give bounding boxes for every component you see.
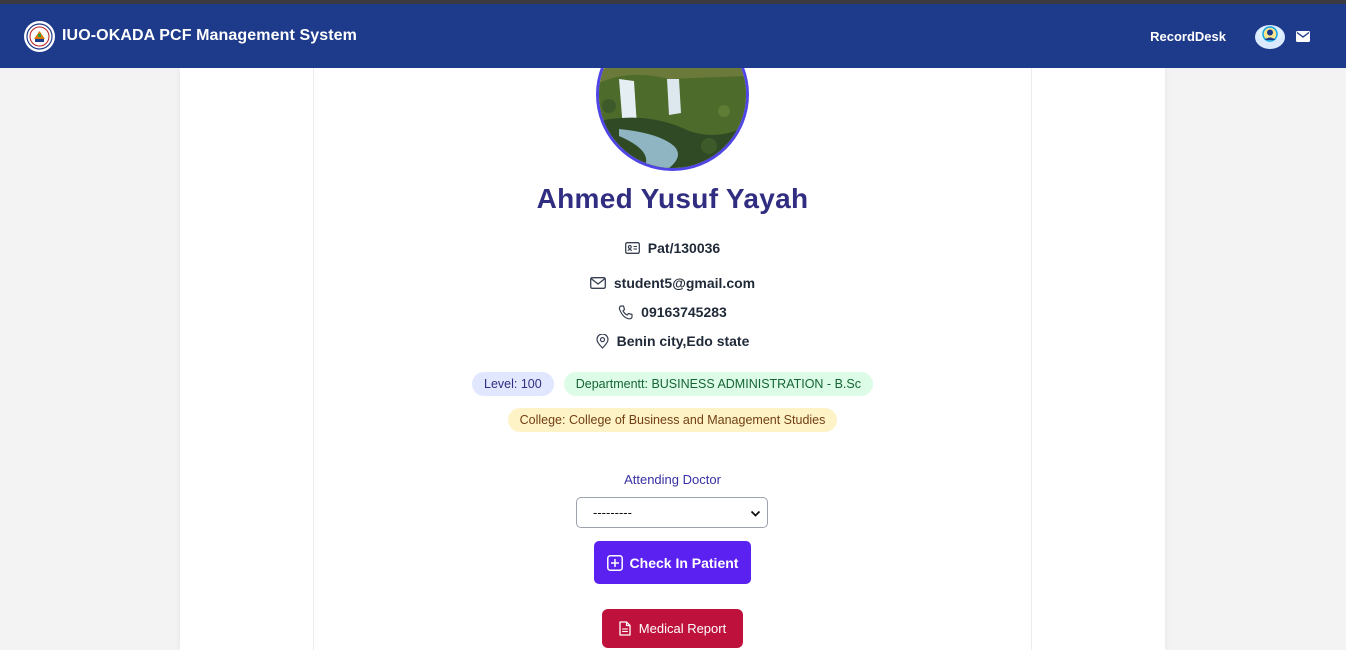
patient-id: Pat/130036: [647, 240, 721, 256]
patient-email: student5@gmail.com: [613, 275, 756, 291]
patient-id-row: Pat/130036: [313, 240, 1032, 256]
check-in-patient-button[interactable]: Check In Patient: [594, 541, 751, 584]
doctor-select-value: ---------: [593, 505, 632, 520]
medical-report-button[interactable]: Medical Report: [602, 609, 743, 648]
document-icon: [619, 621, 631, 636]
map-pin-icon: [596, 333, 609, 349]
recorddesk-link[interactable]: RecordDesk: [1150, 29, 1226, 44]
medical-report-label: Medical Report: [638, 621, 727, 636]
app-title: IUO-OKADA PCF Management System: [62, 27, 357, 44]
user-avatar-icon[interactable]: [1254, 20, 1286, 52]
badge-row-2: College: College of Business and Managem…: [313, 408, 1032, 432]
patient-phone-row: 09163745283: [313, 304, 1032, 320]
check-in-label: Check In Patient: [629, 554, 739, 571]
envelope-icon[interactable]: [1296, 30, 1310, 42]
envelope-outline-icon: [589, 277, 606, 289]
attending-doctor-label: Attending Doctor: [624, 472, 721, 487]
patient-phone: 09163745283: [641, 304, 727, 320]
level-badge: Level: 100: [472, 372, 554, 396]
department-badge: Departmentt: BUSINESS ADMINISTRATION - B…: [563, 372, 873, 396]
brand[interactable]: IUO-OKADA PCF Management System: [24, 20, 357, 52]
patient-address: Benin city,Edo state: [616, 333, 750, 349]
badge-row-1: Level: 100 Departmentt: BUSINESS ADMINIS…: [313, 372, 1032, 396]
patient-address-row: Benin city,Edo state: [313, 333, 1032, 349]
university-seal-icon: [24, 20, 55, 52]
id-card-icon: [624, 242, 640, 254]
patient-email-row: student5@gmail.com: [313, 275, 1032, 291]
college-badge: College: College of Business and Managem…: [507, 408, 838, 432]
plus-square-icon: [606, 554, 623, 571]
top-navbar: IUO-OKADA PCF Management System RecordDe…: [0, 4, 1346, 68]
navbar-right: RecordDesk: [1150, 4, 1310, 68]
chevron-down-icon: [750, 507, 761, 522]
phone-icon: [618, 304, 633, 320]
patient-name: Ahmed Yusuf Yayah: [536, 183, 809, 214]
attending-doctor-select[interactable]: ---------: [576, 497, 768, 528]
